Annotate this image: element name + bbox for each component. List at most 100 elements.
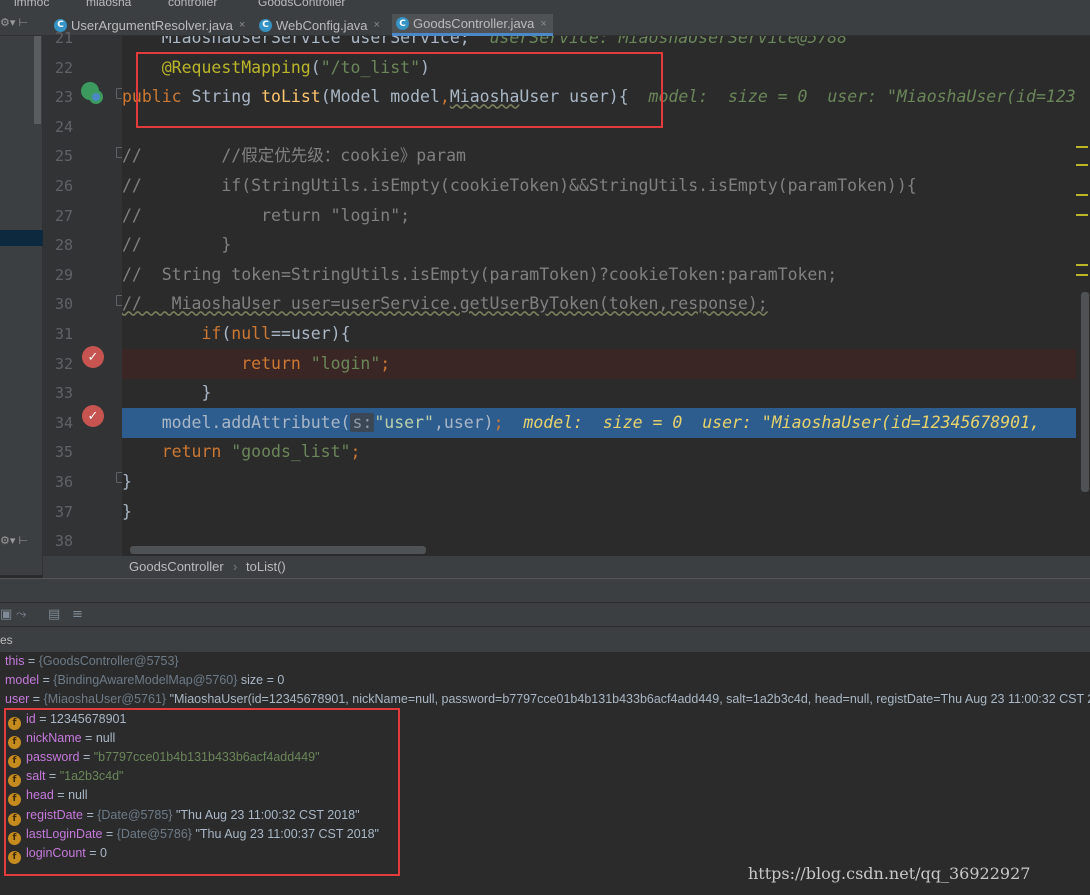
code-token: // //假定优先级：cookie》param (122, 146, 466, 166)
line-number: 24 (54, 117, 73, 136)
code-token: null (231, 324, 272, 343)
tab-label: GoodsController.java (413, 16, 535, 31)
code-line[interactable]: MiaoshaUserService userService; userServ… (122, 36, 1080, 53)
error-stripe (1076, 36, 1090, 556)
variable-row[interactable]: model = {BindingAwareModelMap@5760} size… (5, 671, 284, 690)
variable-name: user (5, 692, 30, 707)
project-scrollbar[interactable] (34, 36, 41, 124)
tab-label: WebConfig.java (276, 17, 368, 33)
code-breadcrumb: GoodsController › toList() (43, 556, 1090, 578)
line-number: 30 (54, 295, 73, 314)
restore-layout-icon[interactable]: ▣ (0, 607, 12, 622)
variable-name: this (5, 654, 25, 668)
warning-mark[interactable] (1076, 264, 1088, 266)
code-line[interactable]: // if(StringUtils.isEmpty(cookieToken)&&… (122, 171, 1080, 201)
inline-debug-value: model: size = 0 user: "MiaoshaUser(id=12… (523, 412, 1040, 432)
spring-bean-icon[interactable] (79, 80, 105, 106)
close-icon[interactable]: × (540, 18, 546, 30)
breakpoint-icon[interactable]: ✓ (82, 346, 104, 368)
code-token: // String token=StringUtils.isEmpty(para… (122, 264, 838, 284)
line-number: 31 (54, 325, 73, 343)
breakpoint-icon[interactable]: ✓ (82, 405, 104, 427)
code-token: if (122, 324, 222, 343)
code-token: ; (350, 442, 361, 462)
warning-mark[interactable] (1076, 194, 1088, 196)
highlight-box-user-fields (4, 708, 400, 876)
gear-icon[interactable]: ⚙▾ ⊢ (0, 534, 28, 547)
code-token: // } (122, 235, 232, 255)
line-number: 38 (54, 532, 73, 551)
line-number: 37 (54, 502, 73, 521)
java-class-icon: C (396, 17, 409, 30)
code-line[interactable]: return "login"; (122, 348, 1080, 379)
code-token: } (122, 383, 212, 403)
code-line[interactable] (122, 526, 1080, 546)
project-panel-strip: ⚙▾ ⊢ (0, 36, 43, 575)
variable-type: {MiaoshaUser@5761} (43, 692, 167, 707)
breadcrumb-item-package[interactable]: miaosha (86, 0, 131, 8)
close-icon[interactable]: × (239, 19, 245, 31)
warning-mark[interactable] (1076, 214, 1088, 216)
settings-icon[interactable]: ≡ (72, 607, 83, 622)
line-number: 35 (54, 443, 73, 462)
code-line[interactable]: } (122, 467, 1080, 497)
debug-toolbar (0, 578, 1090, 602)
gear-icon[interactable]: ⚙▾ ⊢ (0, 16, 28, 29)
variable-row[interactable]: user = {MiaoshaUser@5761} "MiaoshaUser(i… (5, 690, 1090, 709)
warning-mark[interactable] (1076, 164, 1088, 166)
code-token: ( (221, 324, 232, 343)
code-line[interactable]: // return "login"; (122, 201, 1080, 231)
breadcrumb-item-class[interactable]: GoodsController (258, 0, 345, 8)
code-line[interactable]: } (122, 378, 1080, 408)
code-line[interactable]: // //假定优先级：cookie》param (122, 141, 1080, 171)
close-icon[interactable]: × (374, 19, 380, 31)
warning-mark[interactable] (1076, 274, 1088, 276)
tab-web-config[interactable]: C WebConfig.java × (255, 14, 386, 36)
breadcrumb-method[interactable]: toList() (246, 559, 286, 574)
line-number: 23 (54, 88, 73, 107)
equals-sign: = (24, 654, 39, 668)
code-line[interactable]: // String token=StringUtils.isEmpty(para… (122, 260, 1080, 290)
project-selected-row[interactable] (0, 230, 43, 246)
breadcrumb-item-folder[interactable]: controller (168, 0, 217, 8)
variable-type: {BindingAwareModelMap@5760} (53, 673, 238, 688)
editor-scrollbar[interactable] (1081, 292, 1089, 492)
code-line[interactable]: } (122, 497, 1080, 527)
code-line[interactable]: // MiaoshaUser user=userService.getUserB… (122, 289, 1080, 319)
equals-sign: = (29, 692, 44, 707)
code-line[interactable]: // } (122, 230, 1080, 260)
code-token: } (122, 472, 132, 491)
tab-user-argument-resolver[interactable]: C UserArgumentResolver.java × (50, 14, 251, 36)
variable-row[interactable]: this = {GoodsController@5753} (5, 652, 179, 671)
code-token: return (122, 442, 232, 462)
tab-goods-controller[interactable]: C GoodsController.java × (392, 14, 553, 36)
code-token: // if(StringUtils.isEmpty(cookieToken)&&… (122, 176, 917, 195)
line-number: 21 (54, 29, 73, 47)
line-number: 34 (54, 413, 73, 432)
code-token: ; (380, 353, 391, 373)
filter-icon[interactable]: ⤳ (16, 607, 26, 622)
code-token: "goods_list" (231, 442, 351, 462)
warning-mark[interactable] (1076, 146, 1088, 148)
highlight-box-method (136, 52, 663, 128)
breadcrumb-class[interactable]: GoodsController (129, 559, 224, 574)
table-icon[interactable]: ▤ (48, 607, 60, 622)
code-token: "login" (310, 353, 381, 373)
variable-value: size = 0 (240, 673, 285, 688)
line-number: 28 (54, 236, 73, 255)
navigation-breadcrumb: immoc miaosha controller GoodsController (0, 0, 1090, 8)
code-token: ==user){ (271, 324, 351, 343)
variables-title: es (0, 633, 13, 647)
horizontal-scrollbar[interactable] (130, 546, 426, 554)
code-line[interactable]: model.addAttribute(s: "user",user); model… (122, 407, 1080, 438)
code-token: } (122, 501, 132, 521)
chevron-right-icon: › (233, 559, 238, 574)
code-line[interactable]: return "goods_list"; (122, 437, 1080, 467)
line-number: 25 (54, 147, 73, 166)
breadcrumb-item-project[interactable]: immoc (14, 0, 49, 8)
code-line[interactable]: if(null==user){ (122, 319, 1080, 349)
code-token: // return "login"; (122, 205, 411, 225)
code-token: return (122, 353, 311, 373)
inline-debug-value: userService: MiaoshaUserService@5788 (489, 36, 848, 47)
line-number: 26 (54, 177, 73, 195)
